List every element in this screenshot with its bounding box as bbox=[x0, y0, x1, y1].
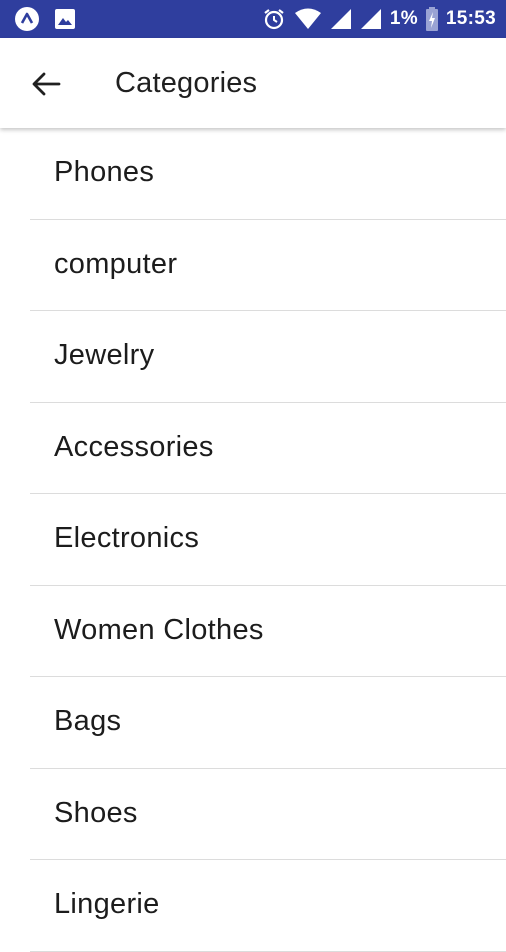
category-item-computer[interactable]: computer bbox=[0, 220, 506, 312]
battery-charging-icon bbox=[425, 7, 438, 31]
alarm-icon bbox=[262, 7, 286, 31]
signal-icon bbox=[360, 8, 382, 30]
category-item-shoes[interactable]: Shoes bbox=[0, 769, 506, 861]
clock: 15:53 bbox=[445, 8, 496, 29]
category-label: Phones bbox=[54, 156, 155, 188]
category-item-lingerie[interactable]: Lingerie bbox=[0, 860, 506, 952]
signal-icon bbox=[330, 8, 352, 30]
category-item-electronics[interactable]: Electronics bbox=[0, 494, 506, 586]
status-left-group bbox=[14, 6, 76, 32]
app-icon bbox=[14, 6, 40, 32]
status-bar: 1% 15:53 bbox=[0, 0, 506, 38]
category-item-bags[interactable]: Bags bbox=[0, 677, 506, 769]
category-label: Electronics bbox=[54, 522, 200, 554]
back-button[interactable] bbox=[26, 66, 66, 102]
category-item-jewelry[interactable]: Jewelry bbox=[0, 311, 506, 403]
category-list: Phones computer Jewelry Accessories Elec… bbox=[0, 128, 506, 952]
category-label: Bags bbox=[54, 705, 122, 737]
page-title: Categories bbox=[115, 67, 258, 99]
image-icon bbox=[54, 8, 76, 30]
category-label: computer bbox=[54, 247, 178, 280]
category-label: Accessories bbox=[54, 430, 214, 463]
status-right-group: 1% 15:53 bbox=[262, 7, 496, 31]
category-label: Shoes bbox=[54, 796, 138, 829]
category-item-accessories[interactable]: Accessories bbox=[0, 403, 506, 495]
wifi-icon bbox=[294, 8, 322, 30]
arrow-back-icon bbox=[32, 72, 61, 96]
category-label: Jewelry bbox=[54, 339, 155, 371]
app-bar: Categories bbox=[0, 38, 506, 128]
category-item-women-clothes[interactable]: Women Clothes bbox=[0, 586, 506, 678]
category-label: Lingerie bbox=[54, 888, 160, 920]
battery-percent: 1% bbox=[389, 8, 418, 29]
category-label: Women Clothes bbox=[54, 613, 264, 646]
category-item-phones[interactable]: Phones bbox=[0, 128, 506, 220]
